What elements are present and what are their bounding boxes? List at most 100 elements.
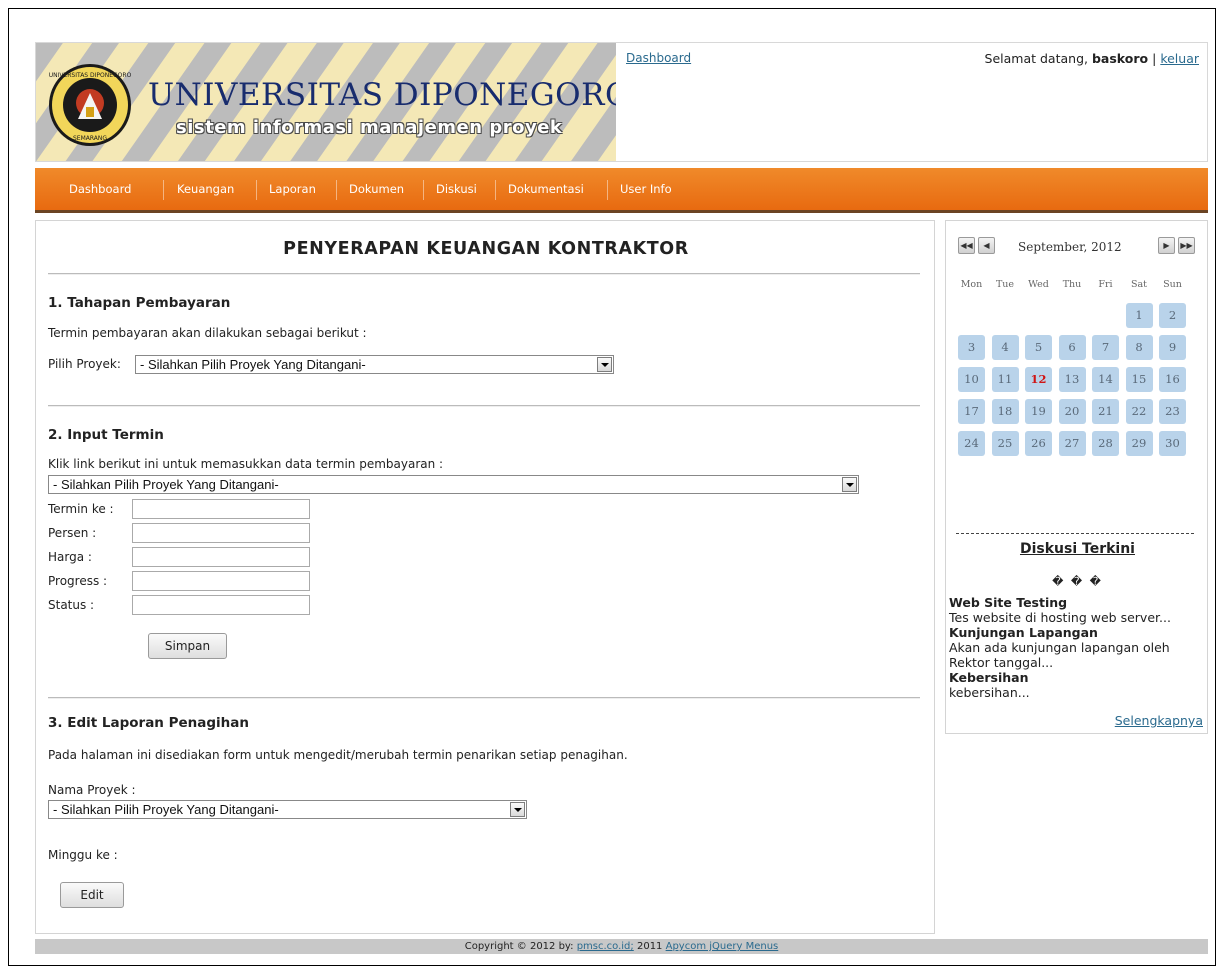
project-select-1[interactable]: - Silahkan Pilih Proyek Yang Ditangani-: [135, 355, 614, 374]
calendar-day[interactable]: 1: [1125, 303, 1153, 328]
discussion-item-title[interactable]: Kebersihan: [949, 670, 1205, 685]
status-label: Status :: [48, 598, 95, 612]
weekday-label: Sat: [1131, 279, 1147, 290]
discussion-item-title[interactable]: Kunjungan Lapangan: [949, 625, 1205, 640]
section2-description: Klik link berikut ini untuk memasukkan d…: [48, 457, 444, 471]
calendar-day[interactable]: 29: [1125, 431, 1153, 456]
logout-link[interactable]: keluar: [1160, 51, 1199, 66]
prev-year-icon[interactable]: ◀◀: [958, 237, 975, 254]
calendar-day[interactable]: 3: [958, 335, 985, 360]
calendar-day[interactable]: 4: [991, 335, 1019, 360]
calendar-day[interactable]: 23: [1159, 399, 1186, 424]
progress-input[interactable]: [132, 571, 310, 591]
chevron-down-icon[interactable]: [842, 477, 857, 492]
footer-link-pmsc[interactable]: pmsc.co.id;: [577, 941, 634, 952]
calendar-day[interactable]: 17: [958, 399, 985, 424]
termin-label: Termin ke :: [48, 502, 114, 516]
week-label: Minggu ke :: [48, 848, 118, 862]
calendar-day[interactable]: 24: [958, 431, 985, 456]
calendar-day[interactable]: 19: [1025, 399, 1052, 424]
edit-button[interactable]: Edit: [60, 882, 124, 908]
footer-link-apycom[interactable]: Apycom jQuery Menus: [666, 941, 779, 952]
project-select-3[interactable]: - Silahkan Pilih Proyek Yang Ditangani-: [48, 800, 527, 819]
discussion-item-text: kebersihan...: [949, 685, 1030, 700]
harga-input[interactable]: [132, 547, 310, 567]
project-select-1-value: - Silahkan Pilih Proyek Yang Ditangani-: [140, 357, 366, 372]
calendar-day[interactable]: 10: [958, 367, 985, 392]
university-seal-icon: UNIVERSITAS DIPONEGORO SEMARANG: [49, 64, 132, 146]
divider: [48, 697, 920, 699]
chevron-down-icon[interactable]: [510, 802, 525, 817]
discussion-glyphs: � � �: [1052, 575, 1103, 588]
calendar-day[interactable]: 25: [991, 431, 1019, 456]
section-heading-tahapan: 1. Tahapan Pembayaran: [48, 295, 231, 311]
project-name-label: Nama Proyek :: [48, 783, 136, 797]
project-select-2-value: - Silahkan Pilih Proyek Yang Ditangani-: [53, 477, 279, 492]
welcome-prefix: Selamat datang,: [984, 51, 1088, 66]
harga-label: Harga :: [48, 550, 92, 564]
next-year-icon[interactable]: ▶▶: [1178, 237, 1195, 254]
system-subtitle: sistem informasi manajemen proyek: [176, 117, 563, 138]
save-button[interactable]: Simpan: [148, 633, 227, 659]
section3-description: Pada halaman ini disediakan form untuk m…: [48, 748, 628, 762]
select-project-label: Pilih Proyek:: [48, 357, 121, 371]
section-heading-edit-laporan: 3. Edit Laporan Penagihan: [48, 715, 250, 731]
termin-input[interactable]: [132, 499, 310, 519]
calendar-day[interactable]: 21: [1092, 399, 1119, 424]
calendar-day[interactable]: 7: [1092, 335, 1119, 360]
calendar-month: September, 2012: [1018, 240, 1122, 254]
nav-item-dashboard[interactable]: Dashboard: [69, 168, 131, 210]
calendar-day[interactable]: 2: [1159, 303, 1186, 328]
status-field-row: Status :: [48, 595, 328, 616]
project-select-2[interactable]: - Silahkan Pilih Proyek Yang Ditangani-: [48, 475, 859, 494]
nav-separator: [336, 180, 337, 200]
next-month-icon[interactable]: ▶: [1158, 237, 1175, 254]
calendar-day[interactable]: 27: [1058, 431, 1086, 456]
discussion-title[interactable]: Diskusi Terkini: [946, 541, 1209, 557]
calendar-day[interactable]: 15: [1125, 367, 1153, 392]
nav-item-dokumentasi[interactable]: Dokumentasi: [508, 168, 584, 210]
chevron-down-icon[interactable]: [597, 357, 612, 372]
nav-item-laporan[interactable]: Laporan: [269, 168, 316, 210]
calendar-day[interactable]: 5: [1025, 335, 1052, 360]
weekday-label: Mon: [960, 279, 983, 290]
calendar-day[interactable]: 30: [1159, 431, 1186, 456]
nav-item-keuangan[interactable]: Keuangan: [177, 168, 234, 210]
project-select-3-value: - Silahkan Pilih Proyek Yang Ditangani-: [53, 802, 279, 817]
calendar-day[interactable]: 16: [1159, 367, 1186, 392]
section1-description: Termin pembayaran akan dilakukan sebagai…: [48, 326, 367, 340]
persen-field-row: Persen :: [48, 523, 328, 544]
header-dashboard-link[interactable]: Dashboard: [626, 51, 691, 65]
calendar-day[interactable]: 8: [1125, 335, 1153, 360]
calendar-day[interactable]: 20: [1058, 399, 1086, 424]
calendar-day[interactable]: 18: [991, 399, 1019, 424]
footer-year: 2011: [636, 941, 663, 952]
username: baskoro: [1091, 51, 1149, 66]
weekday-label: Thu: [1062, 279, 1082, 290]
discussion-item-title[interactable]: Web Site Testing: [949, 595, 1205, 610]
calendar-day[interactable]: 13: [1058, 367, 1086, 392]
header-banner: UNIVERSITAS DIPONEGORO SEMARANG UNIVERSI…: [36, 43, 616, 161]
calendar-day[interactable]: 14: [1092, 367, 1119, 392]
nav-item-diskusi[interactable]: Diskusi: [436, 168, 477, 210]
nav-item-user-info[interactable]: User Info: [620, 168, 672, 210]
calendar-day[interactable]: 28: [1092, 431, 1119, 456]
discussion-item-text: Akan ada kunjungan lapangan oleh Rektor …: [949, 640, 1170, 670]
calendar-day[interactable]: 12: [1025, 367, 1052, 392]
more-discussion-link[interactable]: Selengkapnya: [1115, 713, 1203, 728]
university-name: UNIVERSITAS DIPONEGORO: [148, 77, 616, 113]
nav-separator: [163, 180, 164, 200]
discussion-list: Web Site Testing Tes website di hosting …: [949, 595, 1205, 700]
persen-input[interactable]: [132, 523, 310, 543]
status-input[interactable]: [132, 595, 310, 615]
footer: Copyright © 2012 by: pmsc.co.id; 2011 Ap…: [35, 939, 1208, 954]
divider: [48, 273, 920, 275]
nav-item-dokumen[interactable]: Dokumen: [349, 168, 404, 210]
calendar-day[interactable]: 11: [991, 367, 1019, 392]
calendar-day[interactable]: 6: [1058, 335, 1086, 360]
calendar-day[interactable]: 22: [1125, 399, 1153, 424]
calendar-day[interactable]: 26: [1025, 431, 1052, 456]
prev-month-icon[interactable]: ◀: [978, 237, 995, 254]
calendar-day[interactable]: 9: [1159, 335, 1186, 360]
side-panel: ◀◀ ◀ September, 2012 ▶ ▶▶ Mon Tue Wed Thu Fr…: [945, 220, 1208, 734]
